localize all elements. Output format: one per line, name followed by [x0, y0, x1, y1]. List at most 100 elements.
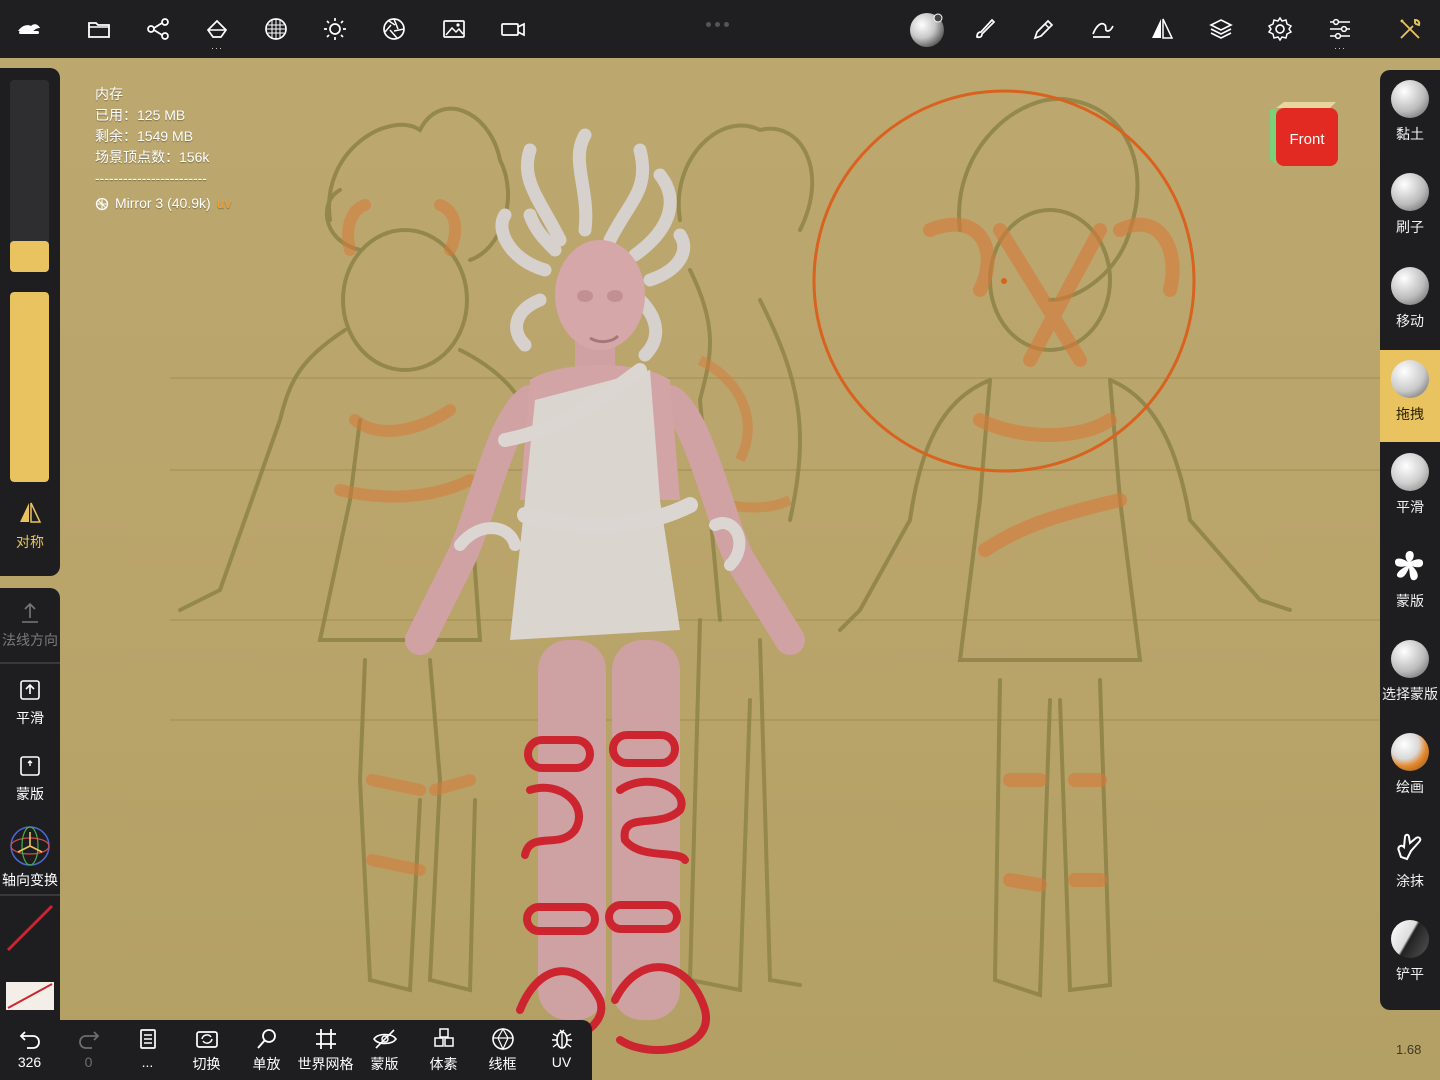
- symmetry-toggle-icon: [20, 502, 42, 523]
- history-more-dots: ...: [141, 1054, 154, 1070]
- wireframe-label: 线框: [488, 1056, 517, 1072]
- drag-handle[interactable]: [706, 14, 736, 27]
- symmetry-toggle[interactable]: 对称: [0, 500, 60, 552]
- clay-icon: [1391, 80, 1429, 118]
- isolate-label: 单放: [252, 1056, 281, 1072]
- redo-icon: [78, 1031, 99, 1049]
- world-grid-icon: [315, 1029, 336, 1049]
- uv-label: UV: [551, 1054, 572, 1070]
- symmetry-icon[interactable]: [1142, 9, 1182, 49]
- hide-mask-label: 蒙版: [370, 1056, 399, 1072]
- switch-camera-label: 切换: [192, 1056, 221, 1072]
- secondary-color-swatch[interactable]: [6, 982, 54, 1010]
- sliders-icon[interactable]: ···: [1320, 9, 1360, 53]
- primary-color-swatch[interactable]: [6, 904, 54, 952]
- history-icon: [139, 1029, 156, 1049]
- layers-icon[interactable]: [1201, 9, 1241, 49]
- move-icon: [1391, 267, 1429, 305]
- smooth-toggle[interactable]: 平滑: [0, 678, 60, 728]
- shading-icon[interactable]: [374, 9, 414, 49]
- tool-select-mask-label: 选择蒙版: [1382, 686, 1438, 702]
- tool-smudge[interactable]: 涂抹: [1380, 817, 1440, 909]
- settings-icon[interactable]: [1260, 9, 1300, 49]
- tool-clay[interactable]: 黏土: [1380, 70, 1440, 162]
- tool-flatten-label: 铲平: [1396, 966, 1424, 982]
- tool-drag[interactable]: 拖拽: [1380, 350, 1440, 442]
- tool-clay-label: 黏土: [1396, 126, 1424, 142]
- voxel-button[interactable]: 体素: [414, 1026, 473, 1080]
- tool-smooth-label: 平滑: [1396, 499, 1424, 515]
- uv-button[interactable]: UV: [532, 1026, 591, 1080]
- brush-intensity-slider[interactable]: [10, 292, 49, 482]
- hide-mask-icon: [372, 1029, 397, 1049]
- brush-radius-fill: [10, 241, 49, 272]
- world-grid-label: 世界网格: [297, 1056, 354, 1072]
- brush-icon[interactable]: [965, 9, 1005, 49]
- bottom-toolbar: 326 0 ... 切换 单放 世界网格 蒙版 体素 线框 UV: [0, 1020, 592, 1080]
- mask-label: 蒙版: [16, 786, 44, 802]
- smooth-toggle-icon: [20, 680, 40, 700]
- memory-free: 剩余：1549 MB: [95, 128, 194, 144]
- tool-brush-label: 刷子: [1396, 219, 1424, 235]
- switch-camera-button[interactable]: 切换: [177, 1026, 236, 1080]
- tool-move-label: 移动: [1396, 313, 1424, 329]
- normal-direction-button[interactable]: 法线方向: [0, 602, 60, 650]
- tool-select-mask[interactable]: 选择蒙版: [1380, 630, 1440, 722]
- wireframe-button[interactable]: 线框: [473, 1026, 532, 1080]
- camera-icon[interactable]: [493, 9, 533, 49]
- mask-toggle-icon: [20, 756, 40, 776]
- scene-stats-overlay: 内存 已用：125 MB 剩余：1549 MB 场景顶点数：156k -----…: [95, 84, 231, 214]
- isolate-icon: [256, 1029, 276, 1049]
- pen-icon[interactable]: [1024, 9, 1064, 49]
- folder-icon[interactable]: [79, 9, 119, 49]
- voxel-icon: [433, 1028, 454, 1047]
- redo-button[interactable]: 0: [59, 1026, 118, 1080]
- tool-brush[interactable]: 刷子: [1380, 163, 1440, 255]
- app-version: 1.68: [1396, 1042, 1422, 1057]
- reference-sketch-back: [838, 96, 1292, 998]
- voxel-label: 体素: [429, 1056, 458, 1072]
- tool-paint[interactable]: 绘画: [1380, 723, 1440, 815]
- scene-icon[interactable]: ···: [197, 9, 237, 53]
- view-cube-face-label: Front: [1289, 131, 1325, 148]
- active-mesh-row[interactable]: Mirror 3 (40.9k) uv: [95, 193, 231, 214]
- undo-count: 326: [17, 1054, 42, 1070]
- scene-vertex-count: 场景顶点数：156k: [95, 149, 210, 165]
- undo-icon: [19, 1031, 40, 1049]
- paint-icon: [1391, 733, 1429, 771]
- background-image-icon[interactable]: [434, 9, 474, 49]
- isolate-button[interactable]: 单放: [237, 1026, 296, 1080]
- tool-move[interactable]: 移动: [1380, 257, 1440, 349]
- mask-toggle[interactable]: 蒙版: [0, 754, 60, 804]
- brush-cursor-center: [1001, 278, 1007, 284]
- stroke-icon[interactable]: [1083, 9, 1123, 49]
- view-cube[interactable]: Front: [1270, 98, 1342, 168]
- history-menu-button[interactable]: ...: [118, 1026, 177, 1080]
- memory-title: 内存: [95, 86, 123, 102]
- gizmo-label: 轴向变换: [2, 872, 58, 888]
- gizmo-transform-button[interactable]: 轴向变换: [0, 824, 60, 890]
- app-logo-icon[interactable]: [9, 9, 49, 49]
- world-grid-button[interactable]: 世界网格: [296, 1026, 355, 1080]
- tool-smooth[interactable]: 平滑: [1380, 443, 1440, 535]
- memory-used: 已用：125 MB: [95, 107, 186, 123]
- material-sphere-icon[interactable]: [905, 7, 949, 51]
- tool-mask-label: 蒙版: [1396, 593, 1424, 609]
- left-options-panel: 法线方向 平滑 蒙版 轴向变换: [0, 588, 60, 1020]
- share-icon[interactable]: [138, 9, 178, 49]
- tool-flatten[interactable]: 铲平: [1380, 910, 1440, 1002]
- brush-radius-slider[interactable]: [10, 80, 49, 272]
- mask-icon: [1395, 551, 1424, 581]
- sculpt-tools-panel: 黏土 刷子 移动 拖拽 平滑 蒙版 选择蒙版 绘画 涂抹 铲平: [1380, 70, 1440, 1010]
- tool-mask[interactable]: 蒙版: [1380, 537, 1440, 629]
- mesh-uv-tag: uv: [216, 195, 232, 211]
- undo-button[interactable]: 326: [0, 1026, 59, 1080]
- tools-icon[interactable]: [1390, 9, 1430, 49]
- hide-mask-button[interactable]: 蒙版: [355, 1026, 414, 1080]
- smooth-icon: [1391, 453, 1429, 491]
- material-icon[interactable]: [256, 9, 296, 49]
- normal-direction-label: 法线方向: [2, 632, 58, 648]
- light-icon[interactable]: [315, 9, 355, 49]
- select-mask-icon: [1391, 640, 1429, 678]
- drag-icon: [1391, 360, 1429, 398]
